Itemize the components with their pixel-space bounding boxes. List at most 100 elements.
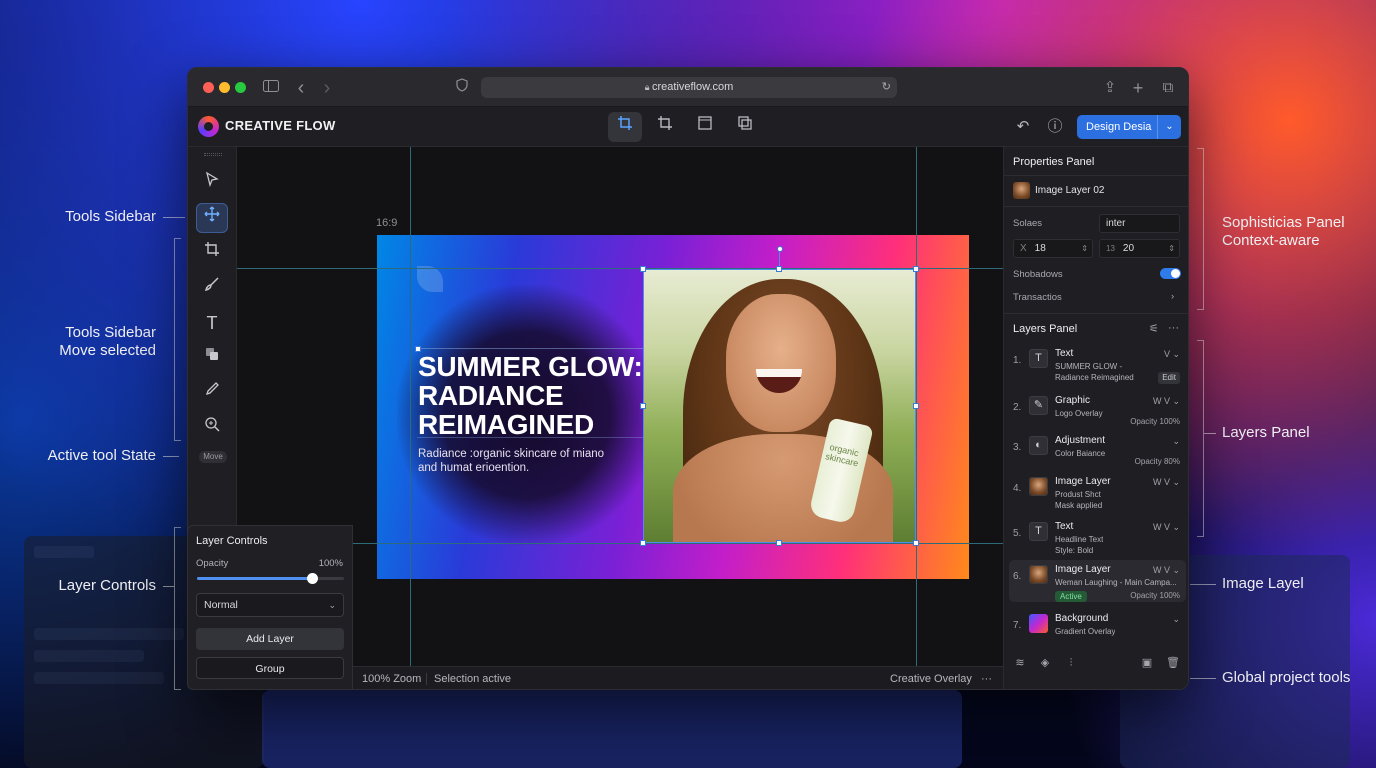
annotation-bracket	[174, 238, 181, 441]
layer-row[interactable]: 7. Background Gradient Overlay ⌄	[1009, 609, 1186, 651]
more-icon[interactable]: ···	[1168, 322, 1179, 334]
crop-tool-button[interactable]	[648, 112, 682, 142]
close-window-button[interactable]	[203, 82, 214, 93]
layer-type-icon: T	[1029, 349, 1048, 368]
shapes-tool-button[interactable]	[196, 343, 228, 373]
selection-handle[interactable]	[913, 266, 919, 272]
layer-row[interactable]: 1. T Text SUMMER GLOW - Radiance Reimagined V…	[1009, 344, 1186, 386]
selection-handle[interactable]	[913, 540, 919, 546]
x-position-input[interactable]: X 18 ⇕	[1013, 239, 1093, 258]
annotation-global-tools: Global project tools	[1222, 669, 1351, 686]
image-export-icon[interactable]: ▣	[1139, 655, 1155, 671]
more-icon[interactable]: ···	[981, 667, 992, 689]
forward-icon[interactable]: ›	[317, 78, 337, 98]
layer-row[interactable]: 6. Image Layer Weman Laughing - Main Campa…	[1009, 560, 1186, 602]
eyedropper-tool-button[interactable]	[196, 378, 228, 408]
opacity-slider[interactable]	[197, 573, 344, 584]
drag-handle-icon[interactable]	[204, 153, 222, 156]
layer-row[interactable]: 4. Image Layer Produst Shct Mask applied W V…	[1009, 472, 1186, 514]
filter-icon[interactable]: ⚟	[1149, 322, 1159, 335]
app-toolbar: CREATIVE FLOW ↶ ⓘ Design Desia ⌄	[188, 107, 1188, 147]
share-icon[interactable]: ⇪	[1100, 78, 1120, 98]
layer-description-line: Color Baiance	[1055, 449, 1106, 458]
design-button[interactable]: Design Desia ⌄	[1077, 115, 1181, 139]
edit-button[interactable]: Edit	[1158, 372, 1180, 384]
chevron-right-icon[interactable]: ›	[1171, 291, 1174, 302]
rotate-handle[interactable]	[777, 246, 783, 252]
layer-name: Adjustment	[1055, 435, 1106, 446]
stepper-icon[interactable]: ⇕	[1168, 240, 1175, 257]
layer-name: Image Layer	[1055, 476, 1111, 487]
creative-overlay-label[interactable]: Creative Overlay	[890, 667, 972, 689]
group-button[interactable]: Group	[196, 657, 344, 679]
selection-handle[interactable]	[640, 540, 646, 546]
frame-tool-button[interactable]	[688, 112, 722, 142]
duplicate-tool-button[interactable]	[728, 112, 762, 142]
select-tool-button[interactable]	[196, 168, 228, 198]
layer-number: 6.	[1013, 571, 1022, 582]
transitions-label[interactable]: Transactios	[1013, 292, 1062, 303]
selection-handle[interactable]	[913, 403, 919, 409]
layer-description: Weman Laughing - Main Campa...	[1055, 577, 1177, 588]
layer-controls-icon[interactable]: W V ⌄	[1153, 565, 1180, 576]
selection-handle[interactable]	[776, 540, 782, 546]
text-selection-box	[417, 348, 644, 438]
artboard-tool-button[interactable]	[608, 112, 642, 142]
opacity-value: 100%	[318, 558, 343, 569]
blend-mode-select[interactable]: Normal ⌄	[196, 593, 344, 617]
tab-overview-icon[interactable]: ⧉	[1158, 78, 1178, 98]
layer-group-icon[interactable]: ◈	[1037, 655, 1053, 671]
maximize-window-button[interactable]	[235, 82, 246, 93]
font-input[interactable]: inter	[1099, 214, 1180, 233]
address-bar[interactable]: 🔒︎ creativeflow.com ↻	[481, 77, 897, 98]
layer-description: SUMMER GLOW - Radiance Reimagined	[1055, 361, 1134, 383]
y-position-input[interactable]: 13 20 ⇕	[1099, 239, 1180, 258]
selection-handle[interactable]	[776, 266, 782, 272]
layer-controls-icon[interactable]: V ⌄	[1164, 349, 1180, 360]
minimize-window-button[interactable]	[219, 82, 230, 93]
layer-controls-icon[interactable]: W V ⌄	[1153, 522, 1180, 533]
selection-status: Selection active	[434, 673, 512, 685]
shield-icon[interactable]	[452, 78, 472, 98]
reload-icon[interactable]: ↻	[882, 77, 891, 98]
y-value: 20	[1122, 243, 1135, 254]
add-layer-button[interactable]: Add Layer	[196, 628, 344, 650]
layers-stack-icon[interactable]: ≋	[1012, 655, 1028, 671]
annotation-layers-panel: Layers Panel	[1222, 424, 1310, 441]
zoom-level[interactable]: 100% Zoom	[362, 667, 421, 689]
chevron-down-icon[interactable]: ⌄	[1157, 115, 1181, 139]
annotation-panel-line1: Sophisticias Panel	[1222, 214, 1345, 231]
opacity-slider-knob[interactable]	[306, 573, 318, 584]
shadows-toggle[interactable]	[1160, 268, 1181, 279]
layer-description-line-2: Radiance Reimagined	[1055, 373, 1134, 382]
move-tool-button[interactable]	[196, 203, 228, 233]
layer-controls-panel: Layer Controls Opacity 100% Normal ⌄ Add…	[187, 525, 353, 690]
adjust-icon[interactable]: ⫶	[1063, 655, 1079, 671]
guide-vertical[interactable]	[410, 147, 411, 666]
layer-opacity: Opacity 100%	[1130, 591, 1180, 600]
subheadline-text[interactable]: Radiance :organic skincare of miano and …	[418, 447, 618, 475]
new-tab-icon[interactable]: +	[1128, 78, 1148, 98]
selection-handle[interactable]	[640, 403, 646, 409]
stepper-icon[interactable]: ⇕	[1081, 240, 1088, 257]
layer-row[interactable]: 2. ✎ Graphic Logo Overlay W V ⌄ Opacity 100%	[1009, 391, 1186, 433]
layer-description-line: Gradient Overlay	[1055, 627, 1116, 636]
info-icon[interactable]: ⓘ	[1038, 112, 1072, 142]
undo-icon[interactable]: ↶	[1006, 112, 1040, 142]
layer-controls-icon[interactable]: W V ⌄	[1153, 396, 1180, 407]
zoom-tool-button[interactable]	[196, 413, 228, 443]
annotation-tools-move-line2: Move selected	[59, 342, 156, 359]
sidebar-toggle-icon[interactable]	[261, 78, 281, 98]
layer-controls-icon[interactable]: ⌄	[1172, 614, 1180, 625]
layer-row[interactable]: 3. ◐ Adjustment Color Baiance ⌄ Opacity 80%	[1009, 431, 1186, 473]
layer-controls-icon[interactable]: ⌄	[1172, 436, 1180, 447]
selection-handle[interactable]	[640, 266, 646, 272]
text-tool-button[interactable]: T	[196, 308, 228, 338]
layer-controls-icon[interactable]: W V ⌄	[1153, 477, 1180, 488]
trash-icon[interactable]: 🗑︎	[1165, 655, 1181, 671]
brush-tool-button[interactable]	[196, 273, 228, 303]
crop-tool-button[interactable]	[196, 238, 228, 268]
back-icon[interactable]: ‹	[291, 78, 311, 98]
selection-handle[interactable]	[415, 346, 421, 352]
layer-row[interactable]: 5. T Text Headline Text Style: Bold W V ⌄	[1009, 517, 1186, 559]
